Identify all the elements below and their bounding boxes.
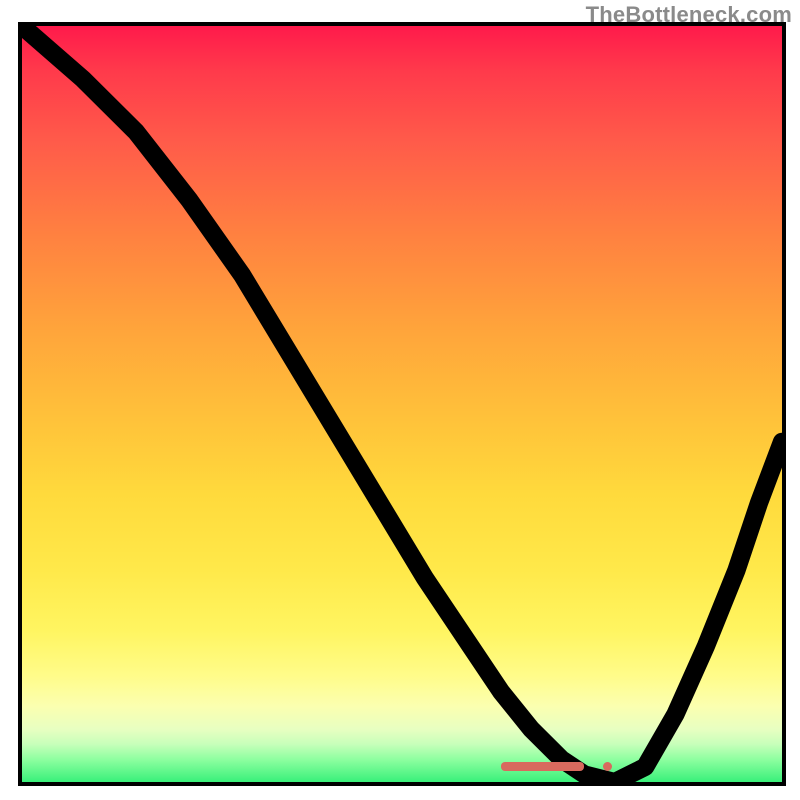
watermark-label: TheBottleneck.com (586, 2, 792, 28)
chart-frame: TheBottleneck.com (0, 0, 800, 800)
optimal-range-marker (501, 762, 585, 771)
optimal-point-dot (603, 762, 612, 771)
plot-area (18, 22, 786, 786)
curve-line (22, 26, 782, 782)
curve-svg (22, 26, 782, 782)
